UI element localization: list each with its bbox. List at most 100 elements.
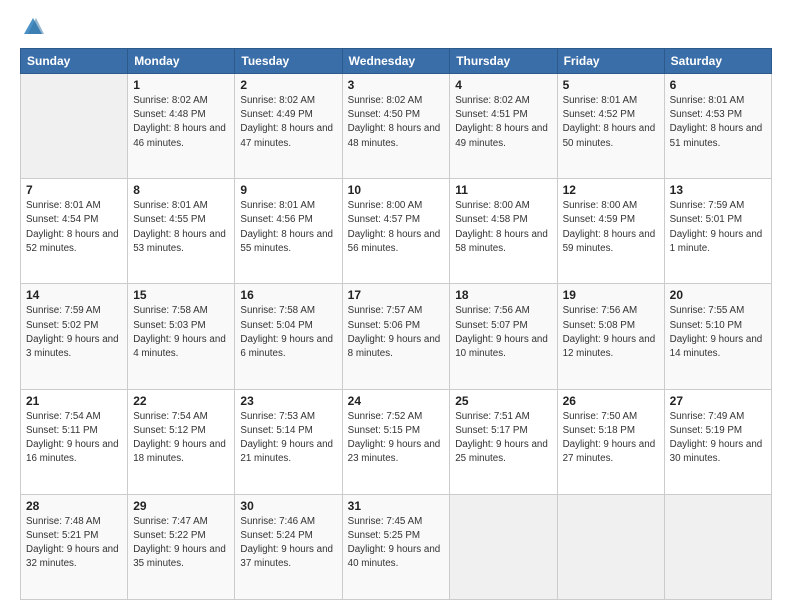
day-number: 7 (26, 183, 122, 197)
calendar-cell: 24Sunrise: 7:52 AMSunset: 5:15 PMDayligh… (342, 389, 450, 494)
day-info: Sunrise: 8:02 AMSunset: 4:48 PMDaylight:… (133, 94, 229, 151)
day-number: 23 (240, 394, 336, 408)
calendar-header-wednesday: Wednesday (342, 49, 450, 74)
day-info: Sunrise: 7:58 AMSunset: 5:04 PMDaylight:… (240, 304, 336, 361)
day-info: Sunrise: 7:53 AMSunset: 5:14 PMDaylight:… (240, 410, 336, 467)
calendar-cell: 22 Sunrise: 7:54 AMSunset: 5:12 PMDayligh… (128, 389, 235, 494)
calendar-cell: 23 Sunrise: 7:53 AMSunset: 5:14 PMDayligh… (235, 389, 342, 494)
calendar-cell: 16 Sunrise: 7:58 AMSunset: 5:04 PMDayligh… (235, 284, 342, 389)
day-number: 12 (563, 183, 659, 197)
calendar-cell: 12Sunrise: 8:00 AMSunset: 4:59 PMDayligh… (557, 179, 664, 284)
day-number: 21 (26, 394, 122, 408)
day-info: Sunrise: 8:01 AMSunset: 4:55 PMDaylight:… (133, 199, 229, 256)
day-number: 11 (455, 183, 551, 197)
day-info: Sunrise: 7:58 AMSunset: 5:03 PMDaylight:… (133, 304, 229, 361)
day-info: Sunrise: 7:52 AMSunset: 5:15 PMDaylight:… (348, 410, 445, 467)
calendar-cell (450, 494, 557, 599)
calendar-table: SundayMondayTuesdayWednesdayThursdayFrid… (20, 48, 772, 600)
day-number: 2 (240, 78, 336, 92)
calendar-cell: 11 Sunrise: 8:00 AMSunset: 4:58 PMDayligh… (450, 179, 557, 284)
day-number: 22 (133, 394, 229, 408)
day-number: 20 (670, 288, 766, 302)
day-info: Sunrise: 7:49 AMSunset: 5:19 PMDaylight:… (670, 410, 766, 467)
day-info: Sunrise: 7:56 AMSunset: 5:07 PMDaylight:… (455, 304, 551, 361)
day-info: Sunrise: 7:59 AMSunset: 5:02 PMDaylight:… (26, 304, 122, 361)
day-info: Sunrise: 7:48 AMSunset: 5:21 PMDaylight:… (26, 515, 122, 572)
day-number: 4 (455, 78, 551, 92)
day-number: 13 (670, 183, 766, 197)
calendar-cell: 5 Sunrise: 8:01 AMSunset: 4:52 PMDaylight… (557, 74, 664, 179)
day-info: Sunrise: 8:00 AMSunset: 4:57 PMDaylight:… (348, 199, 445, 256)
calendar-week-5: 28Sunrise: 7:48 AMSunset: 5:21 PMDayligh… (21, 494, 772, 599)
calendar-cell: 18 Sunrise: 7:56 AMSunset: 5:07 PMDayligh… (450, 284, 557, 389)
day-number: 6 (670, 78, 766, 92)
calendar-header-row: SundayMondayTuesdayWednesdayThursdayFrid… (21, 49, 772, 74)
calendar-cell: 4 Sunrise: 8:02 AMSunset: 4:51 PMDaylight… (450, 74, 557, 179)
calendar-cell: 26 Sunrise: 7:50 AMSunset: 5:18 PMDayligh… (557, 389, 664, 494)
day-number: 31 (348, 499, 445, 513)
calendar-week-3: 14 Sunrise: 7:59 AMSunset: 5:02 PMDayligh… (21, 284, 772, 389)
day-number: 27 (670, 394, 766, 408)
day-number: 18 (455, 288, 551, 302)
day-number: 19 (563, 288, 659, 302)
calendar-cell: 20 Sunrise: 7:55 AMSunset: 5:10 PMDayligh… (664, 284, 771, 389)
day-info: Sunrise: 7:46 AMSunset: 5:24 PMDaylight:… (240, 515, 336, 572)
calendar-cell (664, 494, 771, 599)
page: SundayMondayTuesdayWednesdayThursdayFrid… (0, 0, 792, 612)
calendar-cell: 31 Sunrise: 7:45 AMSunset: 5:25 PMDayligh… (342, 494, 450, 599)
day-number: 10 (348, 183, 445, 197)
day-number: 30 (240, 499, 336, 513)
calendar-cell: 8 Sunrise: 8:01 AMSunset: 4:55 PMDaylight… (128, 179, 235, 284)
day-number: 9 (240, 183, 336, 197)
day-info: Sunrise: 8:02 AMSunset: 4:50 PMDaylight:… (348, 94, 445, 151)
calendar-cell: 27 Sunrise: 7:49 AMSunset: 5:19 PMDayligh… (664, 389, 771, 494)
calendar-header-monday: Monday (128, 49, 235, 74)
calendar-cell: 19Sunrise: 7:56 AMSunset: 5:08 PMDayligh… (557, 284, 664, 389)
calendar-header-thursday: Thursday (450, 49, 557, 74)
day-info: Sunrise: 8:01 AMSunset: 4:53 PMDaylight:… (670, 94, 766, 151)
calendar-cell: 21 Sunrise: 7:54 AMSunset: 5:11 PMDayligh… (21, 389, 128, 494)
day-info: Sunrise: 7:51 AMSunset: 5:17 PMDaylight:… (455, 410, 551, 467)
day-number: 1 (133, 78, 229, 92)
calendar-cell: 29 Sunrise: 7:47 AMSunset: 5:22 PMDayligh… (128, 494, 235, 599)
day-number: 29 (133, 499, 229, 513)
calendar-cell: 7 Sunrise: 8:01 AMSunset: 4:54 PMDaylight… (21, 179, 128, 284)
calendar-cell (21, 74, 128, 179)
day-info: Sunrise: 8:01 AMSunset: 4:52 PMDaylight:… (563, 94, 659, 151)
day-number: 14 (26, 288, 122, 302)
calendar-cell: 15Sunrise: 7:58 AMSunset: 5:03 PMDayligh… (128, 284, 235, 389)
calendar-week-2: 7 Sunrise: 8:01 AMSunset: 4:54 PMDaylight… (21, 179, 772, 284)
day-number: 5 (563, 78, 659, 92)
day-info: Sunrise: 7:47 AMSunset: 5:22 PMDaylight:… (133, 515, 229, 572)
logo-icon (22, 16, 44, 38)
calendar-cell: 9Sunrise: 8:01 AMSunset: 4:56 PMDaylight… (235, 179, 342, 284)
day-info: Sunrise: 8:00 AMSunset: 4:58 PMDaylight:… (455, 199, 551, 256)
day-info: Sunrise: 7:45 AMSunset: 5:25 PMDaylight:… (348, 515, 445, 572)
day-number: 25 (455, 394, 551, 408)
day-number: 17 (348, 288, 445, 302)
calendar-cell: 3Sunrise: 8:02 AMSunset: 4:50 PMDaylight… (342, 74, 450, 179)
calendar-header-friday: Friday (557, 49, 664, 74)
calendar-cell: 10 Sunrise: 8:00 AMSunset: 4:57 PMDayligh… (342, 179, 450, 284)
calendar-header-saturday: Saturday (664, 49, 771, 74)
day-number: 16 (240, 288, 336, 302)
calendar-cell: 2 Sunrise: 8:02 AMSunset: 4:49 PMDaylight… (235, 74, 342, 179)
day-info: Sunrise: 7:54 AMSunset: 5:11 PMDaylight:… (26, 410, 122, 467)
day-info: Sunrise: 8:01 AMSunset: 4:54 PMDaylight:… (26, 199, 122, 256)
day-info: Sunrise: 8:02 AMSunset: 4:51 PMDaylight:… (455, 94, 551, 151)
day-number: 26 (563, 394, 659, 408)
logo (20, 16, 44, 38)
day-info: Sunrise: 7:50 AMSunset: 5:18 PMDaylight:… (563, 410, 659, 467)
day-info: Sunrise: 7:57 AMSunset: 5:06 PMDaylight:… (348, 304, 445, 361)
calendar-week-4: 21 Sunrise: 7:54 AMSunset: 5:11 PMDayligh… (21, 389, 772, 494)
day-info: Sunrise: 7:54 AMSunset: 5:12 PMDaylight:… (133, 410, 229, 467)
day-info: Sunrise: 7:55 AMSunset: 5:10 PMDaylight:… (670, 304, 766, 361)
day-info: Sunrise: 8:02 AMSunset: 4:49 PMDaylight:… (240, 94, 336, 151)
calendar-cell: 17 Sunrise: 7:57 AMSunset: 5:06 PMDayligh… (342, 284, 450, 389)
calendar-week-1: 1 Sunrise: 8:02 AMSunset: 4:48 PMDaylight… (21, 74, 772, 179)
calendar-header-tuesday: Tuesday (235, 49, 342, 74)
calendar-cell: 6 Sunrise: 8:01 AMSunset: 4:53 PMDaylight… (664, 74, 771, 179)
calendar-cell: 30 Sunrise: 7:46 AMSunset: 5:24 PMDayligh… (235, 494, 342, 599)
calendar-cell: 1 Sunrise: 8:02 AMSunset: 4:48 PMDaylight… (128, 74, 235, 179)
day-number: 8 (133, 183, 229, 197)
